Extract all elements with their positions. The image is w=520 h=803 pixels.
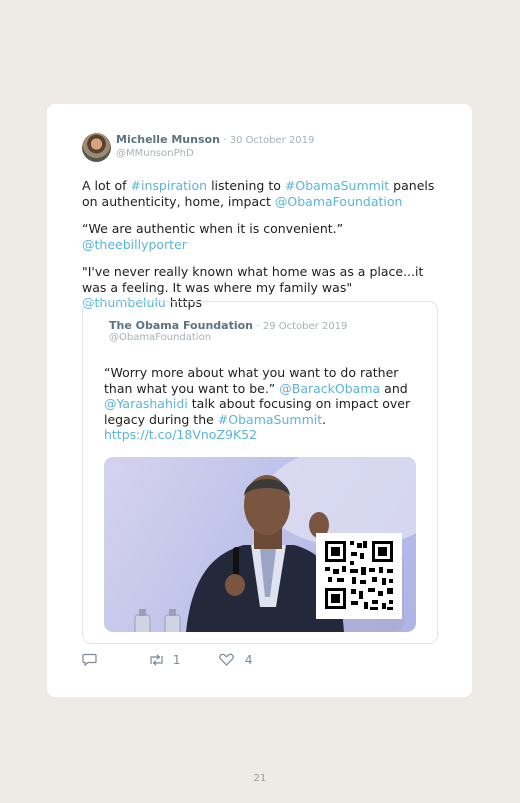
heart-icon: [219, 653, 234, 666]
retweet-button[interactable]: 1: [148, 653, 180, 669]
hashtag-link[interactable]: #ObamaSummit: [218, 412, 322, 427]
tweet-date: · 30 October 2019: [223, 135, 315, 146]
quoted-author-handle[interactable]: @ObamaFoundation: [109, 332, 211, 343]
mention-link[interactable]: @Yarashahidi: [104, 396, 188, 411]
like-count: 4: [244, 653, 253, 667]
tweet-paragraph-2: “We are authentic when it is convenient.…: [82, 221, 344, 252]
avatar[interactable]: [82, 133, 111, 162]
hashtag-link[interactable]: #ObamaSummit: [285, 178, 389, 193]
author-name[interactable]: Michelle Munson: [116, 133, 220, 146]
page-number: 21: [253, 773, 267, 784]
photo-illustration: [134, 457, 416, 632]
qr-code-icon: [316, 533, 402, 619]
tweet-photo[interactable]: [104, 457, 416, 632]
quoted-tweet-body: “Worry more about what you want to do ra…: [104, 365, 411, 442]
short-url-link[interactable]: https://t.co/18VnoZ9K52: [104, 427, 257, 442]
author-handle[interactable]: @MMunsonPhD: [116, 148, 194, 159]
like-button[interactable]: 4: [219, 653, 252, 669]
reply-button[interactable]: [82, 653, 97, 669]
hashtag-link[interactable]: #inspiration: [131, 178, 208, 193]
retweet-count: 1: [172, 653, 181, 667]
mention-link[interactable]: @BarackObama: [279, 381, 380, 396]
tweet-paragraph-1: A lot of #inspiration listening to #Obam…: [82, 178, 435, 209]
reply-icon: [82, 653, 97, 667]
retweet-icon: [150, 654, 163, 666]
tweet-card: Michelle Munson · 30 October 2019 @MMuns…: [47, 104, 472, 697]
mention-link[interactable]: @theebillyporter: [82, 237, 187, 252]
mention-link[interactable]: @ObamaFoundation: [275, 194, 403, 209]
quoted-author-name[interactable]: The Obama Foundation: [109, 319, 253, 332]
quoted-tweet-date: · 29 October 2019: [256, 321, 348, 332]
quoted-tweet[interactable]: The Obama Foundation · 29 October 2019 @…: [82, 301, 438, 644]
